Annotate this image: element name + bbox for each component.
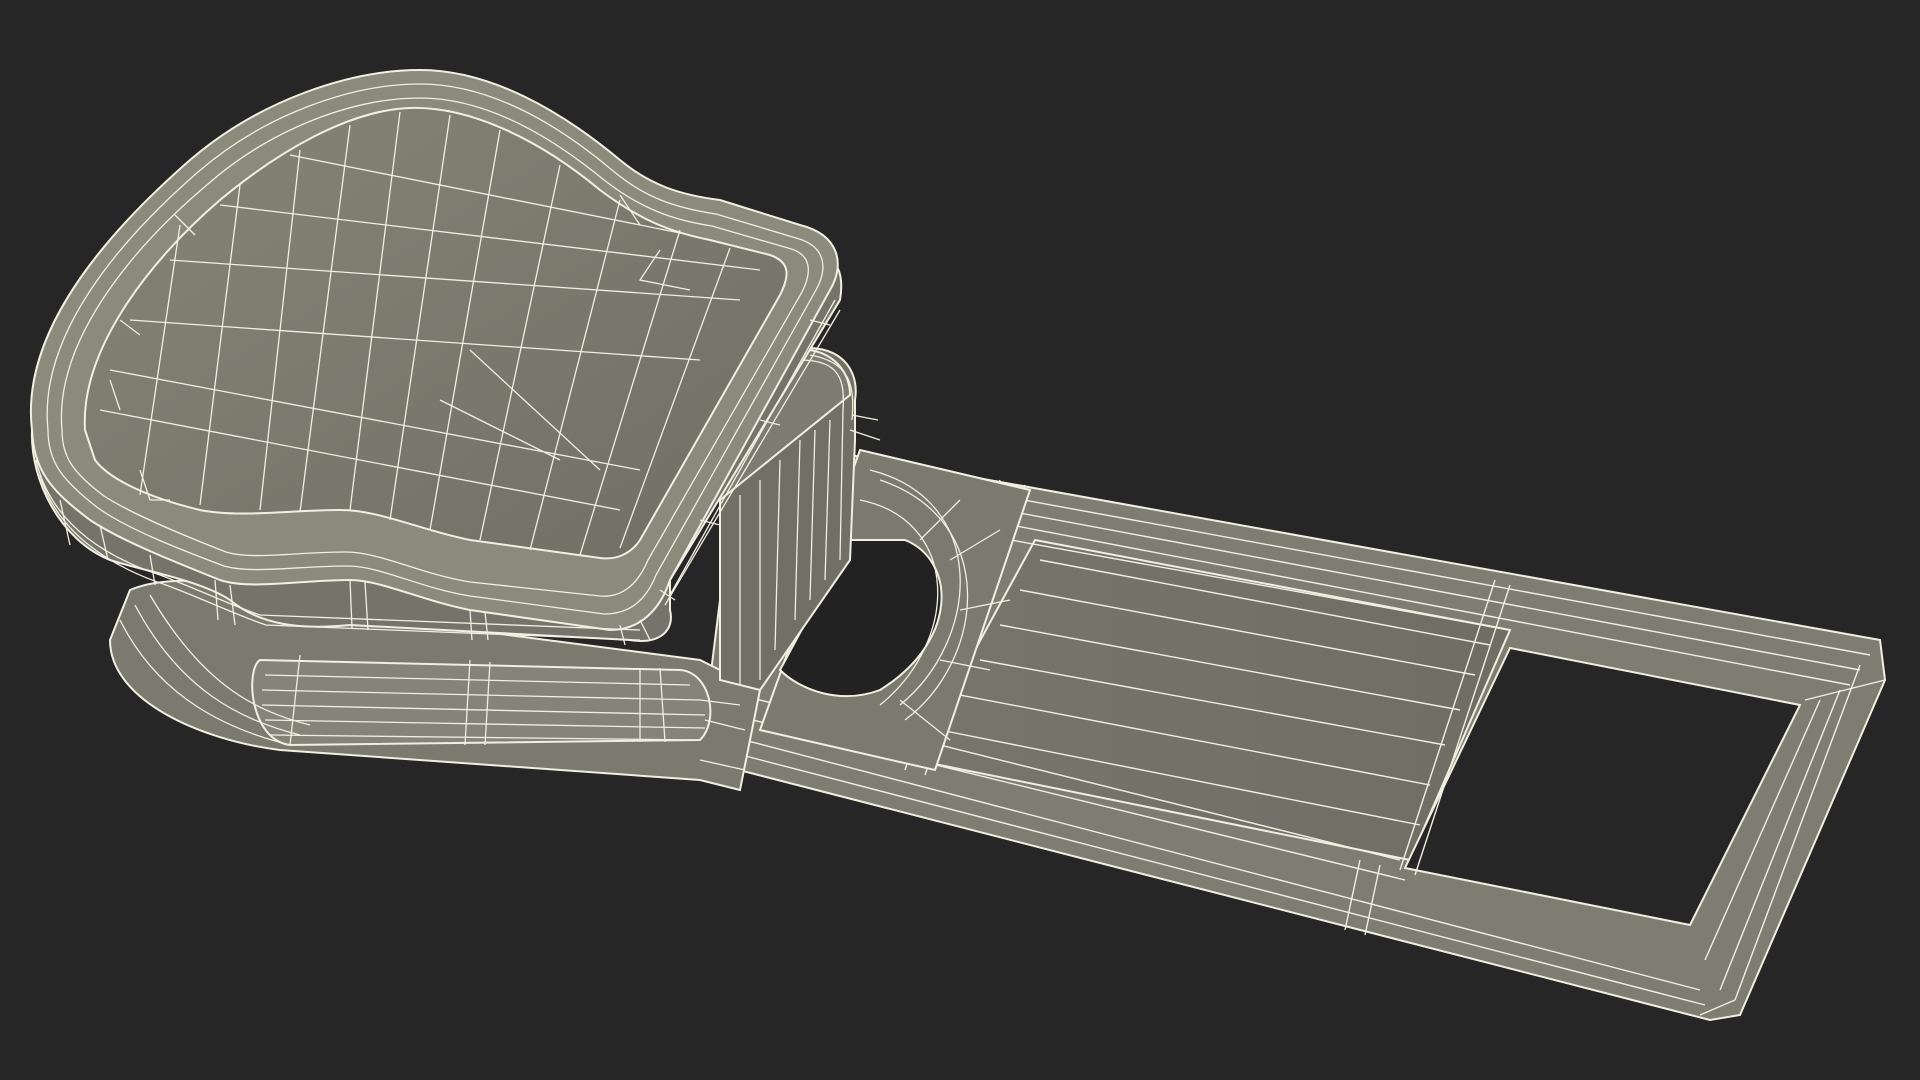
zipper-pull-wireframe-render [29, 68, 1887, 1022]
pull-tab [698, 448, 1887, 1022]
slider-base-flange [251, 658, 712, 747]
render-viewport [0, 0, 1920, 1080]
